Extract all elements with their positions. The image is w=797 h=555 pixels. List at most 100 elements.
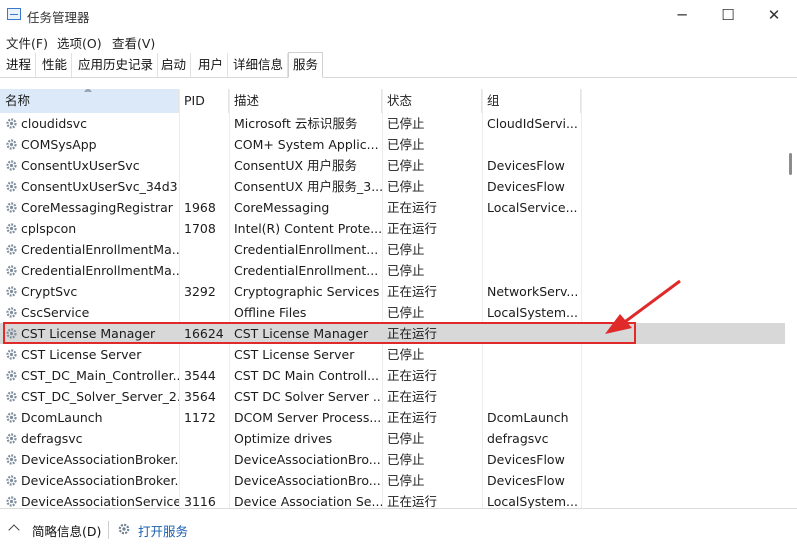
cell-desc: DeviceAssociationBro...: [234, 473, 381, 488]
table-row[interactable]: cplspcon 1708 Intel(R) Content Prote... 正在运…: [0, 218, 785, 239]
title-bar: 任务管理器 ─ ☐ ✕: [0, 0, 797, 30]
table-row[interactable]: defragsvc Optimize drives 已停止 defragsvc: [0, 428, 785, 449]
cell-group: defragsvc: [487, 431, 549, 446]
chevron-up-icon[interactable]: [8, 524, 20, 536]
cell-group: DcomLaunch: [487, 410, 569, 425]
cell-pid: [179, 449, 229, 470]
cell-status: 正在运行: [387, 389, 438, 404]
cell-name: DeviceAssociationBroker...: [21, 452, 179, 467]
cell-pid: [179, 428, 229, 449]
annotation-arrow: [605, 279, 681, 334]
cell-status: 正在运行: [387, 284, 438, 299]
cell-name: cloudidsvc: [21, 116, 88, 131]
cell-group: [482, 344, 581, 365]
cell-desc: DeviceAssociationBro...: [234, 452, 381, 467]
column-header-pid[interactable]: PID: [179, 89, 229, 113]
cell-group: [482, 218, 581, 239]
cell-status: 已停止: [387, 431, 425, 446]
column-header-name-label: 名称: [5, 93, 31, 108]
cell-status: 正在运行: [387, 410, 438, 425]
tab-startup[interactable]: 启动: [157, 53, 192, 77]
table-row[interactable]: COMSysApp COM+ System Applic... 已停止: [0, 134, 785, 155]
cell-desc: CST DC Solver Server ...: [234, 389, 382, 404]
table-row[interactable]: cloudidsvc Microsoft 云标识服务 已停止 CloudIdServi…: [0, 113, 785, 134]
cell-group: LocalSystem...: [487, 494, 578, 508]
close-button[interactable]: ✕: [751, 0, 797, 30]
cell-group: [482, 365, 581, 386]
menu-file[interactable]: 文件(F): [6, 33, 48, 52]
highlight-box: [3, 322, 636, 344]
cell-group: DevicesFlow: [487, 179, 565, 194]
table-row[interactable]: CredentialEnrollmentMa... CredentialEnrol…: [0, 239, 785, 260]
tab-bar: 进程 性能 应用历史记录 启动 用户 详细信息 服务: [0, 52, 797, 78]
cell-pid: [179, 155, 229, 176]
cell-pid: [179, 260, 229, 281]
menu-options[interactable]: 选项(O): [57, 33, 102, 52]
table-row[interactable]: DeviceAssociationBroker... DeviceAssociat…: [0, 449, 785, 470]
table-row[interactable]: CoreMessagingRegistrar 1968 CoreMessaging 正…: [0, 197, 785, 218]
cell-pid: [179, 239, 229, 260]
cell-name: CredentialEnrollmentMa...: [21, 263, 179, 278]
cell-status: 正在运行: [387, 221, 438, 236]
table-row[interactable]: CST_DC_Main_Controller... 3544 CST DC Main…: [0, 365, 785, 386]
minimize-button[interactable]: ─: [659, 0, 705, 30]
table-row[interactable]: CST_DC_Solver_Server_2... 3564 CST DC Solv…: [0, 386, 785, 407]
cell-name: CST License Server: [21, 347, 142, 362]
cell-status: 正在运行: [387, 200, 438, 215]
table-row[interactable]: ConsentUxUserSvc_34d3... ConsentUX 用户服务_3…: [0, 176, 785, 197]
cell-desc: CoreMessaging: [234, 200, 330, 215]
cell-status: 正在运行: [387, 368, 438, 383]
cell-name: CredentialEnrollmentMa...: [21, 242, 179, 257]
brief-info-button[interactable]: 简略信息(D): [32, 521, 101, 540]
cell-name: cplspcon: [21, 221, 77, 236]
cell-status: 已停止: [387, 263, 425, 278]
table-row[interactable]: DcomLaunch 1172 DCOM Server Process... 正在运行…: [0, 407, 785, 428]
cell-group: DevicesFlow: [487, 452, 565, 467]
scrollbar-thumb[interactable]: [789, 153, 792, 175]
cell-pid: 1708: [184, 221, 216, 236]
cell-group: [482, 134, 581, 155]
cell-desc: CST DC Main Controll...: [234, 368, 379, 383]
menu-view[interactable]: 查看(V): [112, 33, 155, 52]
cell-name: DeviceAssociationBroker...: [21, 473, 179, 488]
cell-name: defragsvc: [21, 431, 83, 446]
tab-users[interactable]: 用户: [194, 53, 229, 77]
maximize-button[interactable]: ☐: [705, 0, 751, 30]
cell-name: CryptSvc: [21, 284, 78, 299]
tab-services[interactable]: 服务: [288, 52, 324, 78]
cell-pid: 1968: [184, 200, 216, 215]
tab-performance[interactable]: 性能: [38, 53, 73, 77]
column-header-description[interactable]: 描述: [229, 89, 382, 113]
cell-desc: ConsentUX 用户服务_3...: [234, 179, 382, 194]
cell-desc: CredentialEnrollment...: [234, 242, 379, 257]
cell-status: 已停止: [387, 116, 425, 131]
cell-status: 正在运行: [387, 494, 438, 508]
table-row[interactable]: DeviceAssociationService 3116 Device Assoc…: [0, 491, 785, 508]
cell-name: CscService: [21, 305, 90, 320]
cell-pid: [179, 134, 229, 155]
cell-pid: [179, 344, 229, 365]
task-manager-icon: [7, 8, 21, 20]
vertical-scrollbar[interactable]: [785, 89, 797, 508]
cell-group: [482, 386, 581, 407]
cell-status: 已停止: [387, 452, 425, 467]
window-title: 任务管理器: [27, 10, 90, 25]
cell-name: ConsentUxUserSvc: [21, 158, 140, 173]
column-header-name[interactable]: 名称: [0, 89, 179, 113]
table-row[interactable]: CST License Server CST License Server 已停止: [0, 344, 785, 365]
table-row[interactable]: DeviceAssociationBroker... DeviceAssociat…: [0, 470, 785, 491]
cell-pid: [179, 302, 229, 323]
column-header-status[interactable]: 状态: [382, 89, 482, 113]
cell-desc: CredentialEnrollment...: [234, 263, 379, 278]
services-gear-icon: [118, 523, 130, 535]
column-header-group[interactable]: 组: [482, 89, 581, 113]
tab-processes[interactable]: 进程: [2, 53, 37, 77]
tab-app-history[interactable]: 应用历史记录: [74, 53, 159, 77]
cell-group: [482, 260, 581, 281]
sort-ascending-icon: [84, 89, 92, 92]
tab-details[interactable]: 详细信息: [229, 53, 289, 77]
cell-name: DcomLaunch: [21, 410, 103, 425]
cell-pid: 3292: [184, 284, 216, 299]
open-services-link[interactable]: 打开服务: [138, 521, 188, 540]
table-row[interactable]: ConsentUxUserSvc ConsentUX 用户服务 已停止 Devices…: [0, 155, 785, 176]
